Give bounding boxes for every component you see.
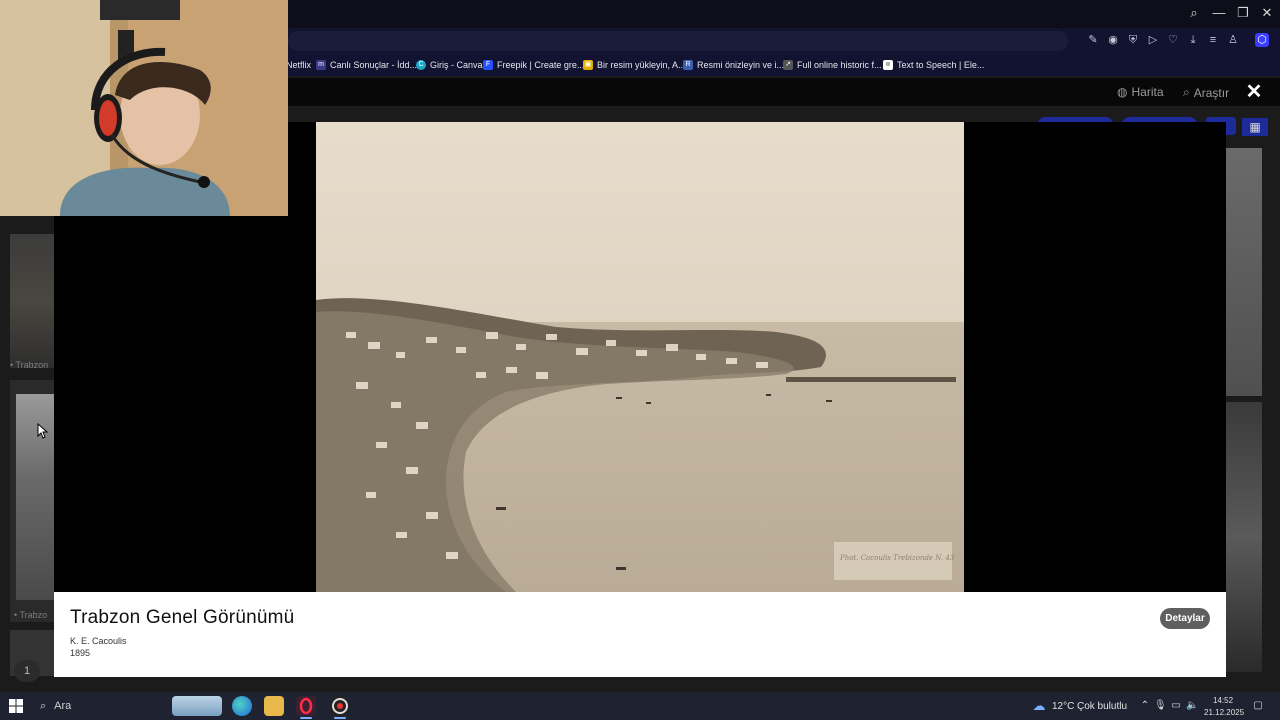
clock-time[interactable]: 14:52 (1213, 696, 1233, 705)
thumbnail[interactable] (1226, 148, 1262, 396)
weather-cloud-icon[interactable]: ☁ (1030, 699, 1048, 712)
close-window-icon[interactable]: ✕ (1257, 4, 1277, 22)
historic-photo: Phot. Cacoulis Trebizonde N. 43 (316, 122, 964, 592)
photo-illustration: Phot. Cacoulis Trebizonde N. 43 (316, 122, 964, 592)
bookmark-label: Canlı Sonuçlar - İdd... (330, 60, 418, 70)
grid-view-icon[interactable]: ▦ (1242, 118, 1268, 136)
bookmark-label: Freepik | Create gre... (497, 60, 585, 70)
lightbox-caption (54, 592, 1226, 677)
bookmark-label: Bir resim yükleyin, A... (597, 60, 686, 70)
search-person-icon: ⌕ (1183, 85, 1190, 99)
photo-title: Trabzon Genel Görünümü (70, 607, 295, 628)
bookmark-label: Resmi önizleyin ve i... (697, 60, 785, 70)
play-icon[interactable]: ▷ (1146, 33, 1160, 47)
freepik-icon: F (483, 60, 493, 70)
heart-icon[interactable]: ♡ (1166, 33, 1180, 47)
details-button[interactable]: Detaylar (1160, 608, 1210, 629)
recording-app-icon[interactable] (330, 696, 350, 719)
restore-icon[interactable]: ❐ (1233, 4, 1253, 22)
bookmark-label: Full online historic f... (797, 60, 882, 70)
thumbnail[interactable] (10, 234, 54, 368)
record-logo (332, 698, 348, 714)
bookmark-resmi-onizleyin[interactable]: R Resmi önizleyin ve i... (683, 58, 784, 72)
canva-icon: C (416, 60, 426, 70)
historic-icon: ↗ (783, 60, 793, 70)
rp-icon: R (683, 60, 693, 70)
bookmark-bir-resim[interactable]: ▣ Bir resim yükleyin, A... (583, 58, 686, 72)
search-icon: ⌕ (40, 699, 47, 712)
bookmark-historic[interactable]: ↗ Full online historic f... (783, 58, 882, 72)
globe-icon: ◍ (1117, 85, 1128, 99)
image-upload-icon: ▣ (583, 60, 593, 70)
address-bar[interactable] (288, 31, 1068, 51)
edit-icon[interactable]: ✎ (1086, 33, 1100, 47)
download-icon[interactable]: ⤓ (1186, 33, 1200, 47)
bookmark-label: Giriş - Canva (430, 60, 483, 70)
clock-date[interactable]: 21.12.2025 (1204, 708, 1244, 717)
thumbnail-caption: • Trabzon (10, 360, 49, 370)
bookmark-freepik[interactable]: F Freepik | Create gre... (483, 58, 584, 72)
elevenlabs-icon: ıı (883, 60, 893, 70)
bookmark-text-to-speech[interactable]: ıı Text to Speech | Ele... (883, 58, 984, 72)
opera-logo (299, 697, 313, 715)
network-icon[interactable]: ▭ (1170, 700, 1182, 712)
search-label: Araştır (1193, 85, 1230, 100)
extension-icon[interactable]: ⬡ (1255, 33, 1269, 47)
camera-icon[interactable]: ◉ (1106, 33, 1120, 47)
microphone-icon[interactable]: 🎙 (1154, 700, 1167, 712)
windows-start-icon[interactable] (8, 698, 24, 714)
bookmark-netflix[interactable]: Netflix (286, 58, 311, 72)
map-link[interactable]: ◍ Harita (1117, 85, 1164, 99)
photo-author: K. E. Cacoulis (70, 636, 127, 646)
volume-icon[interactable]: 🔈 (1186, 700, 1198, 712)
m-icon: m (316, 60, 326, 70)
search-link[interactable]: ⌕ Araştır (1183, 85, 1229, 100)
webcam-overlay (0, 0, 288, 216)
webcam-feed (0, 0, 288, 216)
map-label: Harita (1131, 85, 1164, 99)
opera-gx-icon[interactable] (296, 696, 316, 719)
thumbnail[interactable] (1226, 402, 1262, 672)
bookmark-label: Netflix (286, 60, 312, 70)
photo-inscription: Phot. Cacoulis Trebizonde N. 43 (839, 554, 955, 562)
search-placeholder: Ara (54, 700, 72, 712)
profile-icon[interactable]: ♙ (1226, 33, 1240, 47)
chevron-up-icon[interactable]: ⌃ (1139, 700, 1151, 712)
weather-desc[interactable]: Çok bulutlu (1077, 701, 1127, 712)
menu-icon[interactable]: ≡ (1206, 33, 1220, 47)
bookmark-label: Text to Speech | Ele... (897, 60, 985, 70)
weather-temp[interactable]: 12°C (1052, 701, 1074, 712)
page-number[interactable]: 1 (14, 660, 40, 682)
minimize-icon[interactable]: — (1209, 4, 1229, 22)
screen: ⌕ — ❐ ✕ ✎ ◉ ⛨ ▷ ♡ ⤓ ≡ ♙ ⬡ Netflix m Canlı… (0, 0, 1280, 720)
photo-year: 1895 (70, 648, 91, 658)
bookmark-canva[interactable]: C Giriş - Canva (416, 58, 483, 72)
file-explorer-icon[interactable] (264, 696, 284, 716)
shield-icon[interactable]: ⛨ (1126, 33, 1140, 47)
bookmark-canli-sonuclar[interactable]: m Canlı Sonuçlar - İdd... (316, 58, 417, 72)
mouse-cursor-icon (37, 423, 49, 439)
search-highlight-image[interactable] (172, 696, 222, 716)
tab-search-icon[interactable]: ⌕ (1184, 4, 1204, 22)
notification-icon[interactable]: ▢ (1252, 700, 1264, 712)
edge-browser-icon[interactable] (232, 696, 252, 716)
close-modal-icon[interactable]: ✕ (1244, 82, 1264, 102)
thumbnail-caption: • Trabzo (14, 610, 48, 620)
